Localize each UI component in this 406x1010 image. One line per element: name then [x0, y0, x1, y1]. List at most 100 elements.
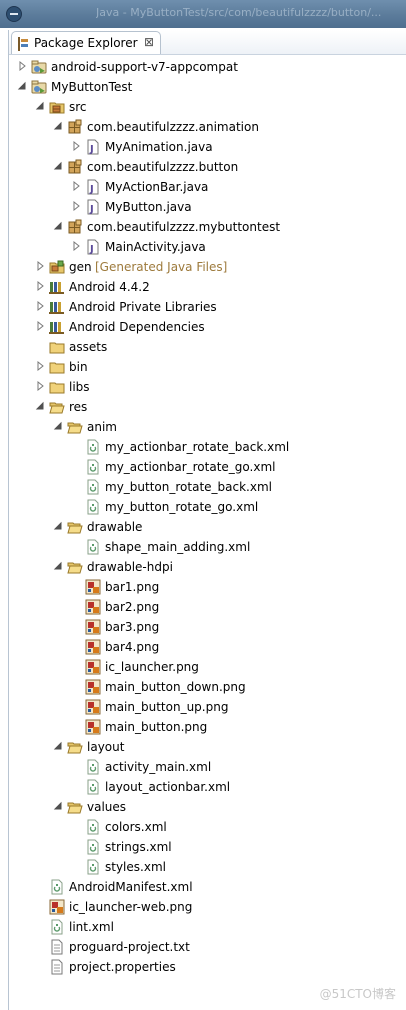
tree-item[interactable]: res: [0, 397, 398, 417]
collapse-arrow-icon[interactable]: [35, 301, 45, 311]
tree-item[interactable]: gen [Generated Java Files]: [0, 257, 398, 277]
tree-item[interactable]: activity_main.xml: [0, 757, 398, 777]
xml-file-icon: [85, 459, 101, 475]
tree-item[interactable]: com.beautifulzzzz.mybuttontest: [0, 217, 398, 237]
tree-item-label: strings.xml: [105, 840, 172, 854]
expand-arrow-icon[interactable]: [53, 421, 63, 431]
project-icon: [31, 79, 47, 95]
tree-item-label: com.beautifulzzzz.mybuttontest: [87, 220, 281, 234]
expand-arrow-icon[interactable]: [53, 561, 63, 571]
tree-item[interactable]: lint.xml: [0, 917, 398, 937]
tree-item[interactable]: main_button.png: [0, 717, 398, 737]
tree-item[interactable]: styles.xml: [0, 857, 398, 877]
expand-arrow-icon[interactable]: [53, 741, 63, 751]
tree-item-label: colors.xml: [105, 820, 167, 834]
tree-item[interactable]: J MyButton.java: [0, 197, 398, 217]
tree-item[interactable]: main_button_up.png: [0, 697, 398, 717]
tree-item[interactable]: colors.xml: [0, 817, 398, 837]
xml-file-icon: [85, 839, 101, 855]
tree-item-label: styles.xml: [105, 860, 166, 874]
xml-file-icon: [85, 859, 101, 875]
tree-item[interactable]: bar2.png: [0, 597, 398, 617]
tree-item[interactable]: Android Dependencies: [0, 317, 398, 337]
project-icon: [31, 59, 47, 75]
open-folder-icon: [67, 799, 83, 815]
tree-item[interactable]: src: [0, 97, 398, 117]
collapse-arrow-icon[interactable]: [17, 61, 27, 71]
tree-item[interactable]: MyButtonTest: [0, 77, 398, 97]
tree-item-label: bin: [69, 360, 88, 374]
tree-item[interactable]: layout_actionbar.xml: [0, 777, 398, 797]
folder-icon: [49, 339, 65, 355]
expand-arrow-icon[interactable]: [35, 401, 45, 411]
tree-item-label: res: [69, 400, 88, 414]
tree-item[interactable]: bar4.png: [0, 637, 398, 657]
tree-item[interactable]: my_button_rotate_go.xml: [0, 497, 398, 517]
tree-item[interactable]: proguard-project.txt: [0, 937, 398, 957]
tree-item[interactable]: my_actionbar_rotate_go.xml: [0, 457, 398, 477]
tree-item[interactable]: com.beautifulzzzz.animation: [0, 117, 398, 137]
folder-icon: [49, 379, 65, 395]
collapse-arrow-icon[interactable]: [71, 141, 81, 151]
xml-file-icon: [85, 819, 101, 835]
tree-item-label: shape_main_adding.xml: [105, 540, 251, 554]
tree-item-label: MainActivity.java: [105, 240, 206, 254]
expand-arrow-icon[interactable]: [53, 221, 63, 231]
tree-item-label: com.beautifulzzzz.animation: [87, 120, 259, 134]
expand-arrow-icon[interactable]: [53, 161, 63, 171]
collapse-arrow-icon[interactable]: [71, 241, 81, 251]
expand-arrow-icon[interactable]: [53, 801, 63, 811]
tab-package-explorer[interactable]: Package Explorer ⊠: [11, 31, 161, 54]
java-file-icon: J: [85, 239, 101, 255]
tree-item[interactable]: my_actionbar_rotate_back.xml: [0, 437, 398, 457]
image-file-icon: [85, 719, 101, 735]
collapse-arrow-icon[interactable]: [71, 201, 81, 211]
tree-item[interactable]: drawable: [0, 517, 398, 537]
expand-arrow-icon[interactable]: [17, 81, 27, 91]
window-menu-icon[interactable]: [6, 6, 22, 22]
tree-item[interactable]: bin: [0, 357, 398, 377]
package-explorer-icon: [17, 36, 29, 51]
expand-arrow-icon[interactable]: [53, 121, 63, 131]
tree-item[interactable]: shape_main_adding.xml: [0, 537, 398, 557]
tree-item[interactable]: drawable-hdpi: [0, 557, 398, 577]
tree-item[interactable]: Android Private Libraries: [0, 297, 398, 317]
tree-item[interactable]: J MyActionBar.java: [0, 177, 398, 197]
close-icon[interactable]: ⊠: [144, 35, 154, 49]
tree-item[interactable]: ic_launcher-web.png: [0, 897, 398, 917]
collapse-arrow-icon[interactable]: [35, 361, 45, 371]
collapse-arrow-icon[interactable]: [35, 381, 45, 391]
tree-item[interactable]: com.beautifulzzzz.button: [0, 157, 398, 177]
collapse-arrow-icon[interactable]: [35, 281, 45, 291]
tree-item[interactable]: bar1.png: [0, 577, 398, 597]
tree-item[interactable]: libs: [0, 377, 398, 397]
tree-item[interactable]: assets: [0, 337, 398, 357]
collapse-arrow-icon[interactable]: [35, 261, 45, 271]
image-file-icon: [85, 619, 101, 635]
tree-item[interactable]: bar3.png: [0, 617, 398, 637]
open-folder-icon: [67, 519, 83, 535]
tree-item[interactable]: anim: [0, 417, 398, 437]
tree-item[interactable]: my_button_rotate_back.xml: [0, 477, 398, 497]
library-icon: [49, 279, 65, 295]
tree-item[interactable]: values: [0, 797, 398, 817]
library-icon: [49, 319, 65, 335]
tree-item[interactable]: layout: [0, 737, 398, 757]
tree-item[interactable]: Android 4.4.2: [0, 277, 398, 297]
expand-arrow-icon[interactable]: [35, 101, 45, 111]
collapse-arrow-icon[interactable]: [71, 181, 81, 191]
tree-item[interactable]: main_button_down.png: [0, 677, 398, 697]
expand-arrow-icon[interactable]: [53, 521, 63, 531]
tree-item[interactable]: J MyAnimation.java: [0, 137, 398, 157]
tree-item[interactable]: ic_launcher.png: [0, 657, 398, 677]
tree-item-label: project.properties: [69, 960, 176, 974]
tree-item[interactable]: android-support-v7-appcompat: [0, 57, 398, 77]
tree-item-label: bar4.png: [105, 640, 160, 654]
tree-item[interactable]: AndroidManifest.xml: [0, 877, 398, 897]
tree-item[interactable]: project.properties: [0, 957, 398, 977]
tree-item-label: com.beautifulzzzz.button: [87, 160, 239, 174]
collapse-arrow-icon[interactable]: [35, 321, 45, 331]
gen-folder-icon: [49, 259, 65, 275]
tree-item[interactable]: J MainActivity.java: [0, 237, 398, 257]
tree-item[interactable]: strings.xml: [0, 837, 398, 857]
